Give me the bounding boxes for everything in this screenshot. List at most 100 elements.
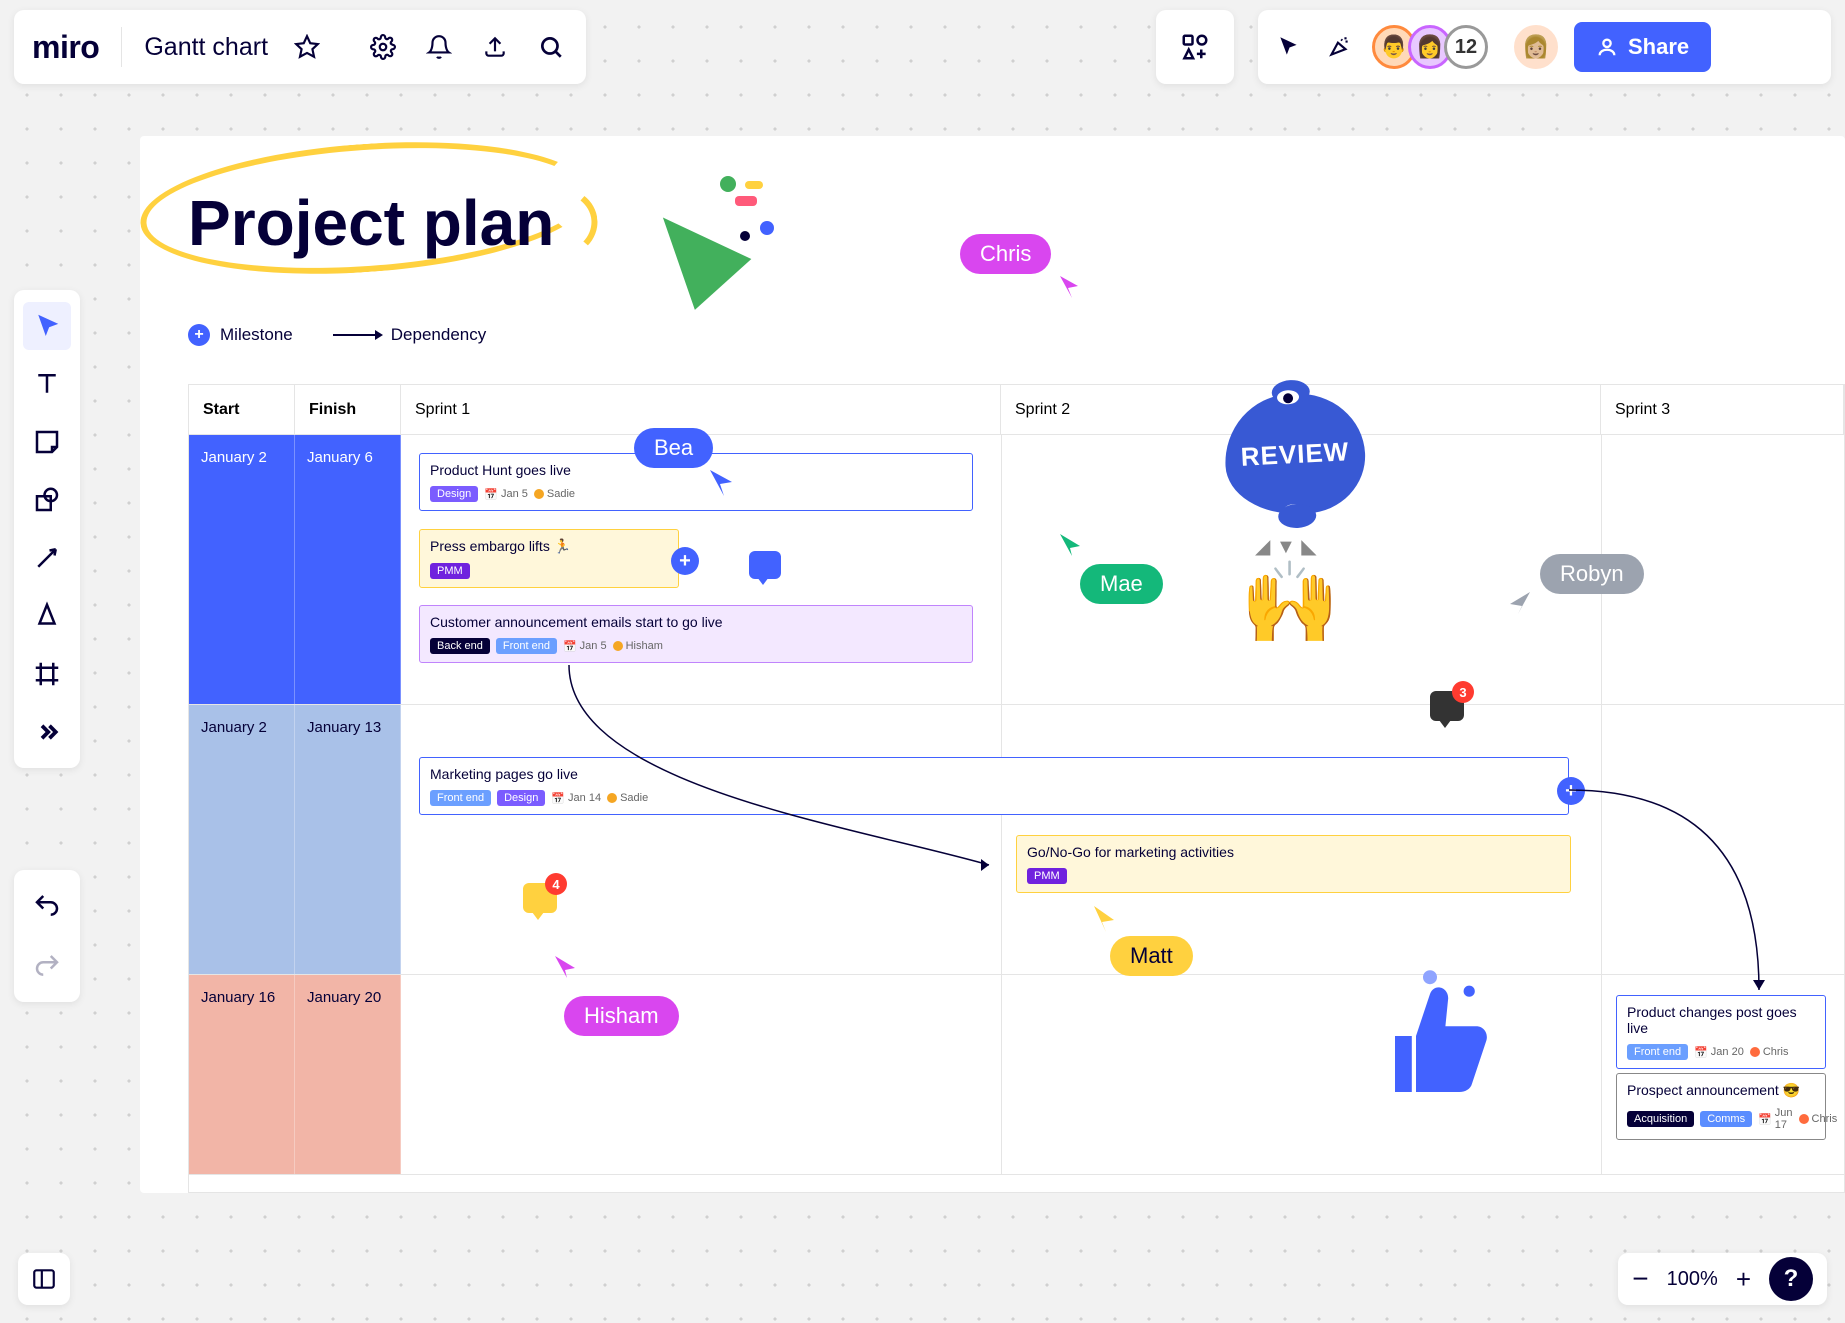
task-assignee: Chris — [1750, 1046, 1789, 1058]
confetti-sticker[interactable] — [650, 176, 780, 306]
collaborator-avatars[interactable]: 👨 👩 12 — [1372, 25, 1488, 69]
star-icon[interactable] — [290, 30, 324, 64]
more-tools[interactable] — [23, 708, 71, 756]
canvas-board[interactable]: Project plan + Milestone Dependency Star… — [140, 136, 1845, 1193]
milestone-icon: + — [188, 324, 210, 346]
task-card[interactable]: Product changes post goes live Front end… — [1616, 995, 1826, 1069]
separator — [121, 27, 122, 67]
cursor-badge-mae: Mae — [1080, 564, 1163, 604]
legend-dependency-label: Dependency — [391, 325, 486, 345]
start-date: January 2 — [189, 435, 295, 704]
current-user-avatar[interactable]: 👩🏼 — [1514, 25, 1558, 69]
task-title: Go/No-Go for marketing activities — [1027, 844, 1560, 860]
comment-icon[interactable] — [749, 551, 781, 579]
tag-backend: Back end — [430, 638, 490, 654]
reaction-icon[interactable] — [1322, 30, 1356, 64]
apps-button[interactable] — [1156, 10, 1234, 84]
task-assignee: Chris — [1799, 1113, 1838, 1125]
zoom-controls: − 100% + ? — [1618, 1253, 1827, 1305]
top-left-toolbar: miro Gantt chart — [14, 10, 586, 84]
header-sprint1: Sprint 1 — [401, 385, 1001, 434]
gantt-row: January 2 January 13 Marketing pages go … — [189, 705, 1844, 975]
legend-milestone-label: Milestone — [220, 325, 293, 345]
comment-count: 4 — [545, 873, 567, 895]
pen-tool[interactable] — [23, 592, 71, 640]
header-sprint3: Sprint 3 — [1601, 385, 1844, 434]
side-toolbar — [14, 290, 80, 768]
zoom-in-button[interactable]: + — [1736, 1264, 1751, 1295]
frames-panel-button[interactable] — [18, 1253, 70, 1305]
gantt-chart[interactable]: Start Finish Sprint 1 Sprint 2 Sprint 3 … — [188, 384, 1845, 1193]
board-name[interactable]: Gantt chart — [144, 33, 268, 62]
undo-button[interactable] — [23, 882, 71, 930]
cursor-pointer-icon — [710, 470, 738, 498]
project-title[interactable]: Project plan — [188, 186, 554, 260]
add-milestone-button[interactable]: + — [1557, 777, 1585, 805]
task-date: 📅 Jan 14 — [551, 792, 601, 805]
comment-count: 3 — [1452, 681, 1474, 703]
top-right-toolbar: 👨 👩 12 👩🏼 Share — [1258, 10, 1831, 84]
tag-pmm: PMM — [1027, 868, 1067, 884]
tag-frontend: Front end — [1627, 1044, 1688, 1060]
thumbs-up-sticker[interactable] — [1360, 966, 1500, 1134]
frame-tool[interactable] — [23, 650, 71, 698]
tag-frontend: Front end — [430, 790, 491, 806]
cursor-badge-hisham: Hisham — [564, 996, 679, 1036]
shape-tool[interactable] — [23, 476, 71, 524]
redo-button[interactable] — [23, 942, 71, 990]
finish-date: January 6 — [295, 435, 401, 704]
cursor-pointer-icon — [1090, 906, 1116, 932]
task-assignee: Sadie — [534, 488, 575, 500]
raised-hands-sticker[interactable]: 🙌 — [1240, 556, 1340, 650]
search-icon[interactable] — [534, 30, 568, 64]
line-tool[interactable] — [23, 534, 71, 582]
cursor-badge-chris: Chris — [960, 234, 1051, 274]
cursor-pointer-icon — [555, 956, 579, 980]
finish-date: January 13 — [295, 705, 401, 974]
task-date: 📅 Jun 17 — [1758, 1107, 1792, 1131]
task-card[interactable]: Marketing pages go live Front end Design… — [419, 757, 1569, 815]
task-assignee: Hisham — [613, 640, 663, 652]
legend: + Milestone Dependency — [188, 324, 486, 346]
header-finish: Finish — [295, 385, 401, 434]
finish-date: January 20 — [295, 975, 401, 1174]
zoom-out-button[interactable]: − — [1632, 1263, 1648, 1295]
select-tool[interactable] — [23, 302, 71, 350]
gantt-header: Start Finish Sprint 1 Sprint 2 Sprint 3 — [189, 385, 1844, 435]
task-card[interactable]: Prospect announcement 😎 Acquisition Comm… — [1616, 1073, 1826, 1140]
task-title: Marketing pages go live — [430, 766, 1558, 782]
sticky-tool[interactable] — [23, 418, 71, 466]
task-assignee: Sadie — [607, 792, 648, 804]
text-tool[interactable] — [23, 360, 71, 408]
task-card[interactable]: Go/No-Go for marketing activities PMM — [1016, 835, 1571, 893]
task-title: Press embargo lifts 🏃 — [430, 538, 668, 555]
comment-thread-icon[interactable]: 4 — [523, 883, 557, 913]
task-card[interactable]: Press embargo lifts 🏃 PMM — [419, 529, 679, 588]
task-title: Prospect announcement 😎 — [1627, 1082, 1815, 1099]
dependency-arrow-icon — [333, 328, 383, 342]
task-card[interactable]: Customer announcement emails start to go… — [419, 605, 973, 663]
avatar-overflow-count[interactable]: 12 — [1444, 25, 1488, 69]
help-button[interactable]: ? — [1769, 1257, 1813, 1301]
export-icon[interactable] — [478, 30, 512, 64]
cursor-badge-matt: Matt — [1110, 936, 1193, 976]
tag-frontend: Front end — [496, 638, 557, 654]
gantt-row: January 16 January 20 Product changes po… — [189, 975, 1844, 1175]
start-date: January 16 — [189, 975, 295, 1174]
miro-logo[interactable]: miro — [32, 29, 99, 66]
zoom-level[interactable]: 100% — [1667, 1268, 1718, 1291]
task-title: Product changes post goes live — [1627, 1004, 1815, 1036]
share-button[interactable]: Share — [1574, 22, 1711, 72]
settings-icon[interactable] — [366, 30, 400, 64]
task-date: 📅 Jan 5 — [563, 640, 607, 653]
task-date: 📅 Jan 5 — [484, 488, 528, 501]
add-milestone-button[interactable]: + — [671, 547, 699, 575]
tag-comms: Comms — [1700, 1111, 1752, 1127]
bell-icon[interactable] — [422, 30, 456, 64]
task-date: 📅 Jan 20 — [1694, 1046, 1744, 1059]
cursor-tool-icon[interactable] — [1272, 30, 1306, 64]
undo-toolbar — [14, 870, 80, 1002]
task-title: Customer announcement emails start to go… — [430, 614, 962, 630]
cursor-badge-bea: Bea — [634, 428, 713, 468]
comment-thread-icon[interactable]: 3 — [1430, 691, 1464, 721]
